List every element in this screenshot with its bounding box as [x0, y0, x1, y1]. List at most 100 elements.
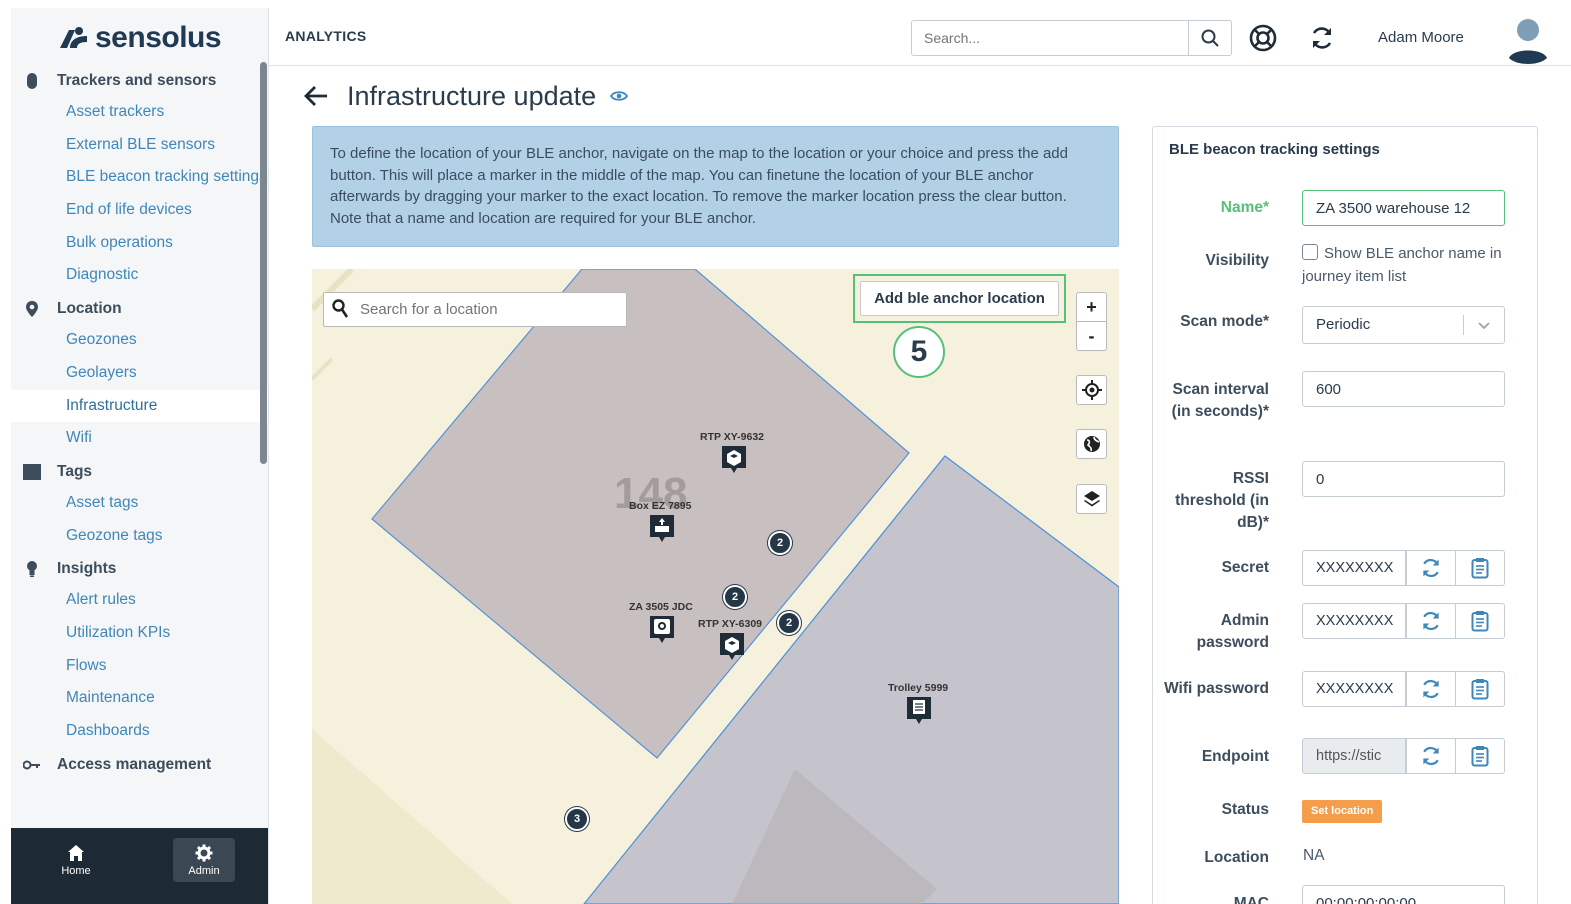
anchor-marker-icon[interactable]: [649, 615, 675, 643]
visibility-label: Visibility: [1205, 252, 1269, 269]
sidebar-item-wifi[interactable]: Wifi: [11, 422, 268, 455]
layers-icon: [1083, 491, 1100, 507]
refresh-icon: [1312, 27, 1332, 49]
scan-mode-label: Scan mode*: [1180, 313, 1269, 330]
sidebar-item-bulk-operations[interactable]: Bulk operations: [11, 227, 268, 260]
trolley-marker-icon[interactable]: [906, 696, 932, 724]
tag-icon: [23, 463, 41, 481]
back-arrow-icon[interactable]: [303, 85, 329, 107]
rssi-threshold-label: RSSI threshold (in dB)*: [1175, 470, 1269, 531]
location-label: Location: [1204, 849, 1269, 866]
refresh-icon: [1423, 611, 1439, 631]
globe-button[interactable]: [1076, 429, 1107, 459]
scan-interval-input[interactable]: [1302, 371, 1505, 407]
mac-label: MAC: [1233, 895, 1269, 904]
help-button[interactable]: [1247, 22, 1279, 54]
sidebar-item-alert-rules[interactable]: Alert rules: [11, 584, 268, 617]
sidebar-section-trackers[interactable]: Trackers and sensors: [11, 66, 268, 96]
wifi-password-label: Wifi password: [1164, 680, 1269, 697]
lifebuoy-icon: [1249, 24, 1277, 52]
section-label: Trackers and sensors: [57, 72, 217, 89]
sidebar-scrollbar[interactable]: [260, 62, 267, 464]
sidebar-item-diagnostic[interactable]: Diagnostic: [11, 259, 268, 292]
info-banner: To define the location of your BLE ancho…: [312, 126, 1119, 247]
admin-button[interactable]: Admin: [173, 838, 235, 882]
status-badge: Set location: [1302, 800, 1383, 823]
refresh-button[interactable]: [1306, 22, 1338, 54]
sidebar-item-geolayers[interactable]: Geolayers: [11, 357, 268, 390]
sidebar-item-geozone-tags[interactable]: Geozone tags: [11, 520, 268, 553]
cluster-marker[interactable]: 2: [768, 531, 792, 555]
sidebar-item-asset-trackers[interactable]: Asset trackers: [11, 96, 268, 129]
scan-interval-label: Scan interval (in seconds)*: [1171, 381, 1269, 420]
cluster-marker[interactable]: 3: [565, 807, 589, 831]
beacon-marker-icon[interactable]: [719, 632, 745, 660]
wifi-password-input[interactable]: [1302, 671, 1406, 707]
avatar[interactable]: [1505, 16, 1551, 64]
panel-title: BLE beacon tracking settings: [1169, 141, 1380, 158]
map-search-input[interactable]: [323, 292, 627, 327]
ble-settings-panel: BLE beacon tracking settings Name* Visib…: [1152, 126, 1538, 904]
layers-button[interactable]: [1076, 484, 1107, 514]
sidebar-item-external-ble-sensors[interactable]: External BLE sensors: [11, 129, 268, 162]
home-button[interactable]: Home: [45, 838, 107, 882]
chevron-down-icon: [1478, 322, 1490, 330]
select-separator: [1463, 315, 1464, 335]
global-search-input[interactable]: [911, 20, 1189, 56]
regenerate-admin-password-button[interactable]: [1406, 603, 1456, 639]
clipboard-icon: [1471, 679, 1489, 700]
regenerate-endpoint-button[interactable]: [1406, 738, 1456, 774]
gear-icon: [195, 844, 213, 861]
crosshair-icon: [1081, 380, 1102, 400]
search-button[interactable]: [1188, 20, 1232, 56]
sidebar-item-end-of-life-devices[interactable]: End of life devices: [11, 194, 268, 227]
name-input[interactable]: [1302, 190, 1505, 226]
beacon-marker-icon[interactable]: [721, 445, 747, 473]
box-marker-icon[interactable]: [649, 514, 675, 542]
tracker-icon: [23, 72, 41, 90]
endpoint-label: Endpoint: [1201, 748, 1269, 765]
brand-name: sensolus: [95, 21, 222, 54]
copy-secret-button[interactable]: [1455, 550, 1505, 586]
map-base-layer: [312, 269, 1119, 904]
eye-icon[interactable]: [610, 90, 629, 102]
sidebar-section-location[interactable]: Location: [11, 294, 268, 324]
zoom-out-button[interactable]: -: [1076, 321, 1107, 351]
regenerate-secret-button[interactable]: [1406, 550, 1456, 586]
map-view[interactable]: 148 Add ble anchor location 5 + - RTP XY…: [312, 269, 1119, 904]
endpoint-input[interactable]: [1302, 738, 1406, 774]
copy-endpoint-button[interactable]: [1455, 738, 1505, 774]
sidebar-item-geozones[interactable]: Geozones: [11, 324, 268, 357]
locate-button[interactable]: [1076, 375, 1107, 405]
location-value: NA: [1303, 847, 1325, 864]
sidebar-nav: Trackers and sensors Asset trackers Exte…: [11, 64, 268, 826]
add-ble-anchor-location-button[interactable]: Add ble anchor location: [860, 281, 1059, 316]
sidebar-item-ble-beacon-tracking-settings[interactable]: BLE beacon tracking settings: [11, 161, 268, 194]
sidebar-section-insights[interactable]: Insights: [11, 554, 268, 584]
sidebar-item-maintenance[interactable]: Maintenance: [11, 682, 268, 715]
cluster-marker[interactable]: 2: [777, 611, 801, 635]
copy-wifi-password-button[interactable]: [1455, 671, 1505, 707]
secret-input[interactable]: [1302, 550, 1406, 586]
sidebar-section-tags[interactable]: Tags: [11, 457, 268, 487]
sidebar-item-asset-tags[interactable]: Asset tags: [11, 487, 268, 520]
scan-mode-select[interactable]: Periodic: [1302, 306, 1505, 344]
sidebar-item-infrastructure[interactable]: Infrastructure: [11, 389, 268, 423]
marker-label: RTP XY-6309: [698, 618, 763, 630]
sidebar-item-flows[interactable]: Flows: [11, 650, 268, 683]
lightbulb-icon: [23, 560, 41, 578]
sidebar-item-dashboards[interactable]: Dashboards: [11, 715, 268, 748]
cluster-marker[interactable]: 2: [723, 585, 747, 609]
user-name[interactable]: Adam Moore: [1378, 29, 1464, 46]
zoom-in-button[interactable]: +: [1076, 292, 1107, 322]
mac-input[interactable]: [1302, 885, 1505, 904]
sidebar-section-access-management[interactable]: Access management: [11, 750, 268, 780]
brand-logo[interactable]: sensolus: [57, 18, 222, 58]
globe-icon: [1083, 436, 1100, 452]
section-label: Location: [57, 300, 122, 318]
admin-password-input[interactable]: [1302, 603, 1406, 639]
sidebar-item-utilization-kpis[interactable]: Utilization KPIs: [11, 617, 268, 650]
copy-admin-password-button[interactable]: [1455, 603, 1505, 639]
regenerate-wifi-password-button[interactable]: [1406, 671, 1456, 707]
rssi-threshold-input[interactable]: [1302, 461, 1505, 497]
